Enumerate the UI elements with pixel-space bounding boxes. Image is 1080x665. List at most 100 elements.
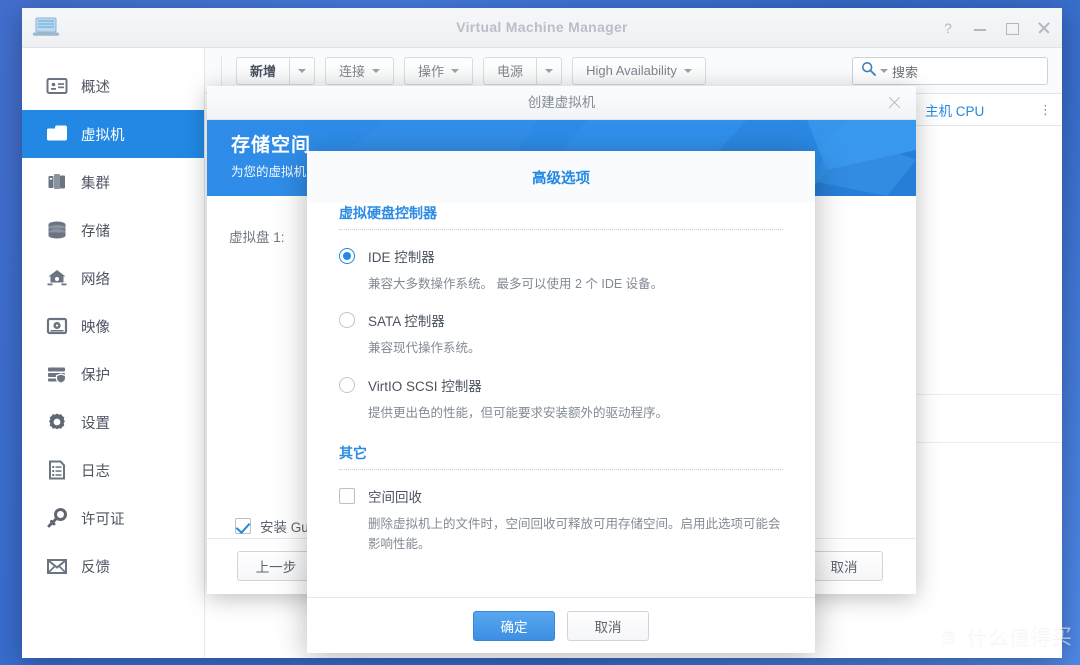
add-dropdown-button[interactable] [289, 56, 316, 85]
search-icon [861, 61, 876, 81]
connect-button[interactable]: 连接 [325, 56, 395, 85]
chevron-down-icon [451, 68, 460, 73]
vertical-dots-icon[interactable]: ⋮ [1039, 103, 1052, 116]
ide-controller-label: IDE 控制器 [368, 250, 435, 265]
wizard-banner-heading: 存储空间 [231, 135, 312, 156]
option-sata-controller: SATA 控制器 兼容现代操作系统。 [339, 310, 783, 358]
advanced-dialog-title: 高级选项 [532, 170, 590, 187]
protection-icon [46, 363, 68, 385]
wizard-title: 创建虚拟机 [527, 95, 596, 110]
license-key-icon [46, 507, 68, 529]
sidebar-item-label: 存储 [81, 223, 110, 240]
chevron-down-icon [545, 68, 554, 73]
radio-button [339, 248, 355, 264]
ide-controller-radio-row[interactable]: IDE 控制器 [339, 246, 783, 266]
disk-controller-section-title: 虚拟硬盘控制器 [339, 205, 437, 221]
sidebar-item-label: 概述 [81, 79, 110, 96]
panel-divider [911, 394, 1062, 395]
virtio-scsi-radio-row[interactable]: VirtIO SCSI 控制器 [339, 375, 783, 395]
space-reclamation-label: 空间回收 [368, 490, 422, 506]
sidebar-item-cluster[interactable]: 集群 [22, 158, 204, 206]
sidebar-item-storage[interactable]: 存储 [22, 206, 204, 254]
install-guest-tool-checkbox[interactable]: 安装 Gue [235, 516, 316, 536]
ide-controller-description: 兼容大多数操作系统。 最多可以使用 2 个 IDE 设备。 [368, 277, 664, 291]
ok-button[interactable]: 确定 [473, 610, 555, 641]
connect-label: 连接 [339, 64, 366, 79]
wizard-cancel-button[interactable]: 取消 [805, 551, 883, 581]
chevron-down-icon [372, 68, 381, 73]
sidebar-item-label: 设置 [81, 415, 110, 432]
host-cpu-title: 主机 CPU [925, 103, 985, 119]
checkbox-box [235, 518, 251, 534]
search-scope-caret-icon[interactable] [880, 69, 888, 73]
window-titlebar: Virtual Machine Manager ? [22, 8, 1062, 48]
option-ide-controller: IDE 控制器 兼容大多数操作系统。 最多可以使用 2 个 IDE 设备。 [339, 246, 783, 294]
power-button[interactable]: 电源 [483, 56, 537, 85]
sidebar-item-log[interactable]: 日志 [22, 446, 204, 494]
sidebar-item-label: 保护 [81, 367, 110, 384]
advanced-cancel-button[interactable]: 取消 [567, 610, 649, 641]
overview-icon [46, 75, 68, 97]
space-reclamation-checkbox[interactable]: 空间回收 [339, 486, 783, 506]
virtio-scsi-label: VirtIO SCSI 控制器 [368, 378, 482, 394]
sata-controller-radio-row[interactable]: SATA 控制器 [339, 310, 783, 330]
advanced-options-dialog: 高级选项 虚拟硬盘控制器 IDE 控制器 兼容大多数操作系统。 最多可以使用 2… [307, 151, 815, 653]
action-button[interactable]: 操作 [404, 56, 474, 85]
toolbar-divider [221, 55, 222, 86]
virtual-disk-label: 虚拟盘 1: [229, 230, 285, 245]
sidebar-item-virtual-machine[interactable]: 虚拟机 [22, 110, 204, 158]
radio-button [339, 376, 355, 393]
high-availability-button[interactable]: High Availability [572, 56, 706, 85]
wizard-banner-subheading: 为您的虚拟机 [231, 165, 307, 179]
sidebar-item-protection[interactable]: 保护 [22, 350, 204, 398]
sidebar-item-settings[interactable]: 设置 [22, 398, 204, 446]
sidebar-item-overview[interactable]: 概述 [22, 62, 204, 110]
sidebar-item-label: 日志 [81, 463, 110, 480]
sidebar-item-label: 虚拟机 [81, 127, 125, 144]
wizard-banner-text: 存储空间 为您的虚拟机 [231, 130, 311, 180]
high-availability-label: High Availability [586, 63, 677, 78]
other-section: 其它 空间回收 删除虚拟机上的文件时，空间回收可释放可用存储空间。启用此选项可能… [339, 443, 783, 554]
space-reclamation-description: 删除虚拟机上的文件时，空间回收可释放可用存储空间。启用此选项可能会影响性能。 [368, 517, 781, 551]
help-button[interactable]: ? [940, 20, 956, 36]
sidebar-item-label: 集群 [81, 175, 110, 192]
settings-gear-icon [46, 411, 68, 433]
sidebar-item-label: 许可证 [81, 511, 125, 528]
panel-divider [911, 442, 1062, 443]
advanced-dialog-footer: 确定 取消 [307, 597, 815, 653]
sidebar-item-license[interactable]: 许可证 [22, 494, 204, 542]
close-icon[interactable] [886, 95, 902, 111]
sidebar-item-feedback[interactable]: 反馈 [22, 542, 204, 590]
advanced-dialog-header: 高级选项 [307, 151, 815, 203]
option-virtio-scsi-controller: VirtIO SCSI 控制器 提供更出色的性能，但可能要求安装额外的驱动程序。 [339, 375, 783, 423]
sidebar-item-network[interactable]: 网络 [22, 254, 204, 302]
close-button[interactable] [1036, 20, 1052, 36]
minimize-button[interactable] [972, 20, 988, 36]
window-title: Virtual Machine Manager [456, 19, 628, 35]
sidebar-item-image[interactable]: 映像 [22, 302, 204, 350]
sidebar-item-label: 映像 [81, 319, 110, 336]
section-divider [339, 469, 783, 471]
section-divider [339, 229, 783, 230]
action-label: 操作 [418, 64, 445, 79]
search-input[interactable]: 搜索 [852, 57, 1048, 85]
storage-icon [46, 219, 68, 241]
radio-button [339, 312, 355, 329]
sidebar-item-label: 反馈 [81, 559, 110, 576]
network-icon [46, 267, 68, 289]
add-button[interactable]: 新增 [236, 56, 290, 85]
checkbox-box [339, 488, 355, 505]
add-button-group: 新增 [236, 56, 316, 85]
sidebar: 概述 虚拟机 集群 存储 网络 映像 保护 设置 日志 许可证 反馈 [22, 48, 205, 658]
previous-step-button[interactable]: 上一步 [237, 551, 315, 581]
vmm-app-window: Virtual Machine Manager ? 概述 虚拟机 集群 存储 网… [22, 8, 1062, 658]
image-icon [46, 315, 68, 337]
maximize-button[interactable] [1004, 20, 1020, 36]
sata-controller-label: SATA 控制器 [368, 314, 445, 330]
log-icon [46, 459, 68, 481]
wizard-titlebar: 创建虚拟机 [207, 86, 916, 120]
virtual-machine-icon [46, 123, 68, 145]
chevron-down-icon [298, 68, 307, 73]
power-dropdown-button[interactable] [536, 56, 563, 85]
sidebar-item-label: 网络 [81, 271, 110, 288]
